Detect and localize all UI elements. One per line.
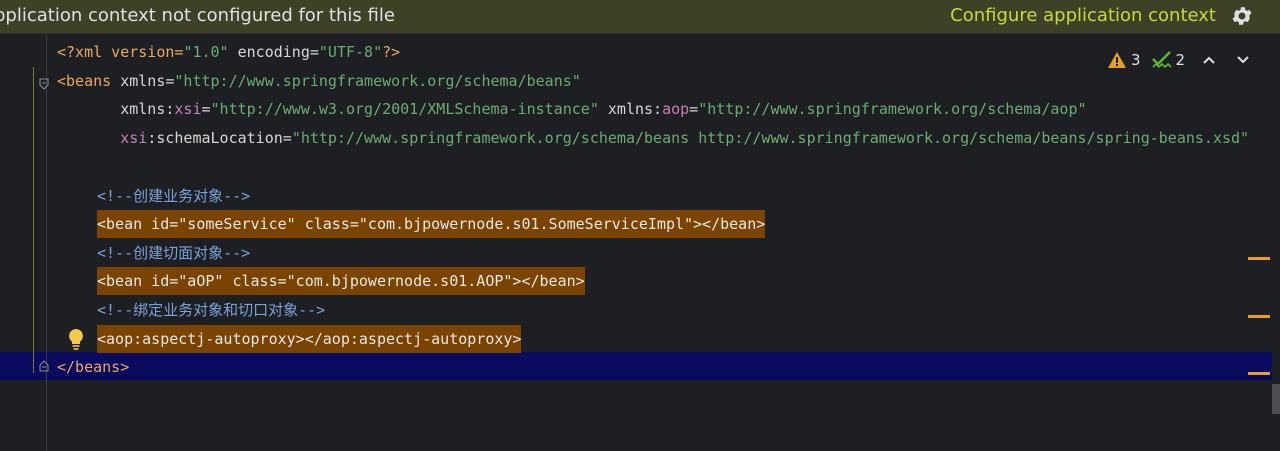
scrollbar-thumb[interactable] [1272,384,1280,414]
weak-warning-count: 2 [1175,51,1186,69]
xmlns-xsi-prefix: xmlns: [57,100,175,118]
current-line-highlight [0,352,1272,380]
xml-encoding-attr: encoding= [228,43,319,61]
schema-location-attr: :schemaLocation= [147,129,292,147]
code-line-1[interactable]: <?xml version="1.0" encoding="UTF-8"?> [57,38,400,66]
warning-marker[interactable] [1248,372,1270,375]
xml-version-value: "1.0" [183,43,229,61]
equals-sign: = [689,100,699,118]
xsi-value: "http://www.w3.org/2001/XMLSchema-instan… [210,100,599,118]
xmlns-aop-prefix: xmlns: [598,100,663,118]
gear-icon[interactable] [1230,4,1254,28]
comment-create-service[interactable]: <!--创建业务对象--> [97,182,250,210]
comment-create-aspect[interactable]: <!--创建切面对象--> [97,239,250,267]
code-line-2[interactable]: <beans xmlns="http://www.springframework… [57,67,581,95]
fold-close-icon[interactable] [39,360,49,372]
double-check-icon [1151,51,1172,69]
inspection-widget[interactable]: 3 2 [1107,49,1251,71]
xmlns-value: "http://www.springframework.org/schema/b… [174,72,581,90]
schema-location-value: "http://www.springframework.org/schema/b… [291,129,1250,147]
aop-namespace: aop [662,100,690,118]
fold-region-bar [33,67,34,373]
beans-close-tag[interactable]: </beans> [57,353,129,381]
warning-marker[interactable] [1248,257,1270,260]
aop-value: "http://www.springframework.org/schema/a… [698,100,1087,118]
chevron-up-icon[interactable] [1201,52,1217,68]
code-line-4[interactable]: xsi:schemaLocation="http://www.springfra… [57,124,1249,152]
warning-marker[interactable] [1248,315,1270,318]
aop-autoproxy-tag[interactable]: <aop:aspectj-autoproxy></aop:aspectj-aut… [97,325,522,353]
comment-bind-objects[interactable]: <!--绑定业务对象和切口对象--> [97,296,325,324]
code-line-3[interactable]: xmlns:xsi="http://www.w3.org/2001/XMLSch… [57,95,1087,123]
configure-application-context-link[interactable]: Configure application context [950,5,1216,26]
equals-sign: = [201,100,211,118]
bean-aop[interactable]: <bean id="aOP" class="com.bjpowernode.s0… [97,267,585,295]
beans-open-tag: <beans [57,72,112,90]
banner-message: pplication context not configured for th… [0,5,395,26]
xsi-namespace: xsi [120,129,148,147]
xmlns-attr: xmlns= [111,72,175,90]
xml-encoding-value: "UTF-8" [318,43,383,61]
gutter-divider [46,35,47,451]
warning-count: 3 [1131,51,1141,69]
xsi-namespace: xsi [174,100,202,118]
fold-open-icon[interactable] [39,78,49,90]
warning-triangle-icon [1108,52,1126,68]
bean-some-service[interactable]: <bean id="someService" class="com.bjpowe… [97,210,766,238]
chevron-down-icon[interactable] [1235,52,1251,68]
xml-declaration: <?xml version= [57,43,184,61]
code-editor[interactable]: <?xml version="1.0" encoding="UTF-8"?> <… [0,35,1272,451]
xml-declaration-end: ?> [382,43,401,61]
lightbulb-icon[interactable] [66,327,86,351]
editor-notification-banner: pplication context not configured for th… [0,0,1280,34]
